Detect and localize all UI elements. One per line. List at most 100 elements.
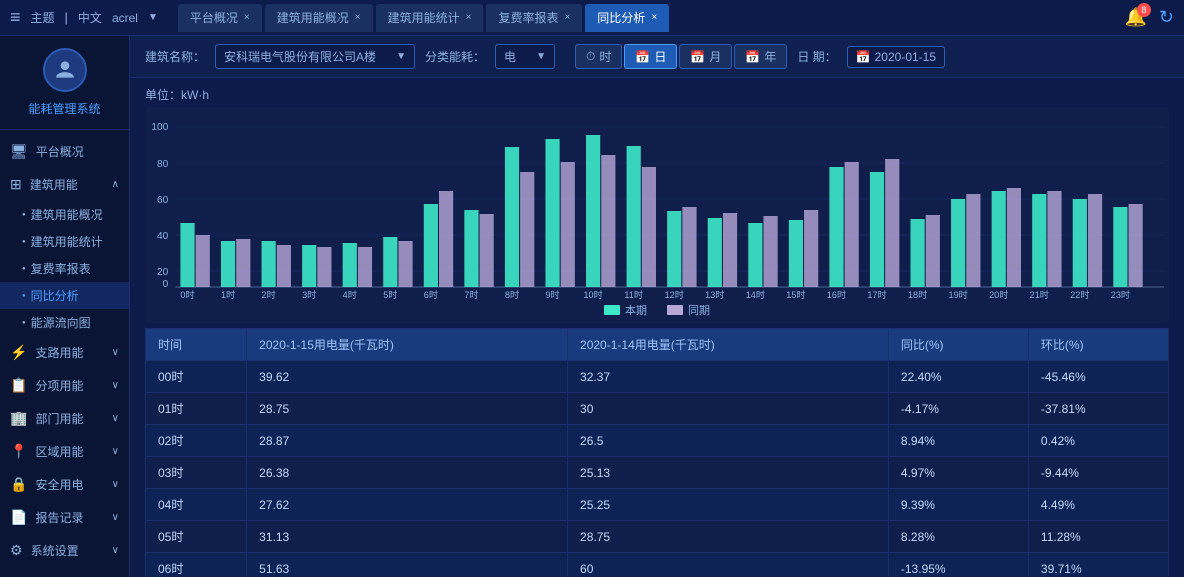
table-cell: 28.87 (247, 425, 568, 457)
time-buttons: ⏱ 时 📅 日 📅 月 📅 年 (575, 44, 787, 69)
tab-energy-overview[interactable]: 建筑用能概况 × (265, 4, 373, 32)
sidebar-item-label: 建筑用能 (30, 176, 78, 193)
table-cell: 27.62 (247, 489, 568, 521)
tab-recovery-rate[interactable]: 复费率报表 × (486, 4, 582, 32)
month-icon: 📅 (690, 50, 705, 64)
sidebar-item-dept[interactable]: 🏢 部门用能 ∨ (0, 402, 129, 435)
chart-container: 100 80 60 40 20 0 (145, 107, 1169, 323)
sidebar-item-label: 支路用能 (35, 344, 83, 361)
building-select[interactable]: 安科瑞电气股份有限公司A楼 ▼ (215, 44, 415, 69)
table-cell: 01时 (146, 393, 247, 425)
table-cell: 22.40% (888, 361, 1028, 393)
sidebar-sub-building-stats[interactable]: ● 建筑用能统计 (0, 228, 129, 255)
arrow-icon: ∨ (112, 479, 119, 490)
sub-item-label: 复费率报表 (31, 260, 91, 277)
svg-text:100: 100 (151, 122, 168, 133)
sidebar-sub-recovery[interactable]: ● 复费率报表 (0, 255, 129, 282)
table-cell: 03时 (146, 457, 247, 489)
col-header-time: 时间 (146, 329, 247, 361)
sidebar-item-report[interactable]: 📄 报告记录 ∨ (0, 501, 129, 534)
sidebar-item-label: 区域用能 (35, 443, 83, 460)
table-cell: -4.17% (888, 393, 1028, 425)
sidebar-item-settings[interactable]: ⚙ 系统设置 ∨ (0, 534, 129, 567)
svg-text:10时: 10时 (583, 289, 602, 300)
table-cell: 4.97% (888, 457, 1028, 489)
sidebar-sub-energy-flow[interactable]: ● 能源流向图 (0, 309, 129, 336)
category-value: 电 (504, 48, 516, 65)
arrow-icon: ∧ (112, 179, 119, 190)
nav-right: 🔔 8 ↻ (1124, 7, 1174, 28)
subitem-icon: 📋 (10, 377, 27, 394)
time-btn-day[interactable]: 📅 日 (624, 44, 677, 69)
table-cell: 26.38 (247, 457, 568, 489)
sidebar-item-security[interactable]: 🔒 安全用电 ∨ (0, 468, 129, 501)
svg-text:19时: 19时 (949, 289, 968, 300)
sidebar-sub-compare[interactable]: ● 同比分析 (0, 282, 129, 309)
svg-text:1时: 1时 (221, 289, 235, 300)
system-name: 能耗管理系统 (28, 100, 100, 117)
refresh-icon[interactable]: ↻ (1159, 7, 1174, 28)
date-label: 日 期： (797, 48, 836, 65)
table-cell: 39.71% (1028, 553, 1168, 577)
bell-icon[interactable]: 🔔 8 (1124, 7, 1146, 28)
monitor-icon: 🖥 (10, 143, 28, 160)
bar-chart: 100 80 60 40 20 0 (150, 115, 1164, 300)
hamburger-icon[interactable]: ≡ (10, 7, 21, 28)
arrow-icon: ∨ (112, 413, 119, 424)
table-cell: 02时 (146, 425, 247, 457)
svg-text:6时: 6时 (424, 289, 438, 300)
theme-label: 主题 (31, 9, 55, 26)
table-cell: 8.94% (888, 425, 1028, 457)
table-cell: 30 (568, 393, 889, 425)
sidebar-item-zone[interactable]: 📍 区域用能 ∨ (0, 435, 129, 468)
sidebar-item-sub-energy[interactable]: 📋 分项用能 ∨ (0, 369, 129, 402)
sidebar-item-label: 分项用能 (35, 377, 83, 394)
svg-text:2时: 2时 (262, 289, 276, 300)
svg-text:21时: 21时 (1030, 289, 1049, 300)
table-cell: 04时 (146, 489, 247, 521)
sidebar-item-building-energy[interactable]: ⊞ 建筑用能 ∧ (0, 168, 129, 201)
tab-energy-stats[interactable]: 建筑用能统计 × (376, 4, 484, 32)
svg-text:9时: 9时 (545, 289, 559, 300)
date-icon: 📅 (856, 50, 871, 64)
date-value: 2020-01-15 (875, 50, 936, 64)
close-icon[interactable]: × (564, 12, 570, 23)
table-cell: 51.63 (247, 553, 568, 577)
category-label: 分类能耗： (425, 48, 485, 65)
sidebar-item-platform[interactable]: 🖥 平台概况 (0, 135, 129, 168)
table-row: 04时27.6225.259.39%4.49% (146, 489, 1169, 521)
user-label: acrel (112, 11, 138, 25)
close-icon[interactable]: × (466, 12, 472, 23)
sidebar-item-label: 系统设置 (31, 542, 79, 559)
chart-legend: 本期 同期 (150, 302, 1164, 318)
table-cell: 4.49% (1028, 489, 1168, 521)
legend-previous: 同期 (667, 302, 710, 318)
svg-text:17时: 17时 (867, 289, 886, 300)
table-cell: 00时 (146, 361, 247, 393)
tab-platform[interactable]: 平台概况 × (178, 4, 262, 32)
close-icon[interactable]: × (244, 12, 250, 23)
dept-icon: 🏢 (10, 410, 27, 427)
time-btn-year[interactable]: 📅 年 (734, 44, 787, 69)
table-cell: 28.75 (247, 393, 568, 425)
dropdown-arrow-icon: ▼ (536, 51, 546, 62)
tab-compare[interactable]: 同比分析 × (585, 4, 669, 32)
security-icon: 🔒 (10, 476, 27, 493)
arrow-icon: ∨ (112, 446, 119, 457)
sidebar-item-branch[interactable]: ⚡ 支路用能 ∨ (0, 336, 129, 369)
building-value: 安科瑞电气股份有限公司A楼 (224, 48, 376, 65)
close-icon[interactable]: × (651, 12, 657, 23)
branch-icon: ⚡ (10, 344, 27, 361)
time-btn-month[interactable]: 📅 月 (679, 44, 732, 69)
svg-text:13时: 13时 (705, 289, 724, 300)
sidebar-sub-building-overview[interactable]: ● 建筑用能概况 (0, 201, 129, 228)
user-arrow-icon[interactable]: ▼ (148, 12, 158, 23)
table-cell: 26.5 (568, 425, 889, 457)
table-cell: 8.28% (888, 521, 1028, 553)
chart-area: 单位：kW·h 100 80 60 40 20 0 (130, 78, 1184, 328)
date-input[interactable]: 📅 2020-01-15 (847, 46, 945, 68)
time-btn-hour[interactable]: ⏱ 时 (575, 44, 622, 69)
close-icon[interactable]: × (355, 12, 361, 23)
category-select[interactable]: 电 ▼ (495, 44, 555, 69)
grid-icon: ⊞ (10, 176, 22, 193)
